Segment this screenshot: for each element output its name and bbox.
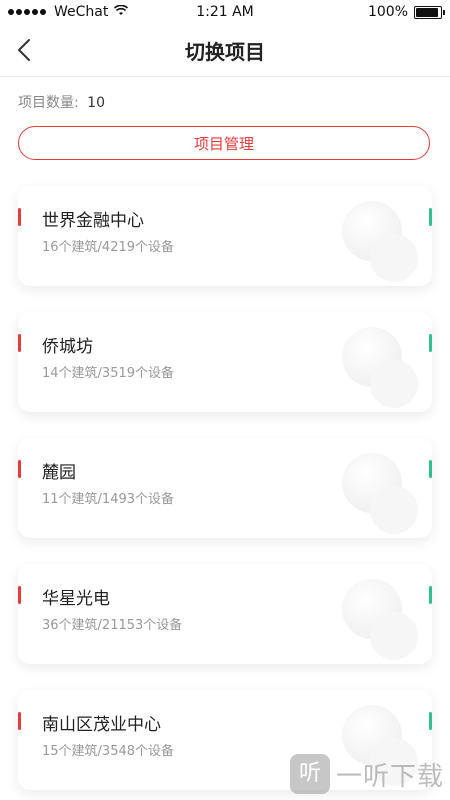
project-stats: 11个建筑/1493个设备 (42, 492, 175, 507)
battery-fill (416, 7, 438, 17)
project-stats: 36个建筑/21153个设备 (42, 618, 183, 633)
status-right: 100% (367, 4, 445, 20)
card-accent-right (429, 208, 432, 226)
project-name: 侨城坊 (42, 337, 93, 357)
card-accent-left (18, 712, 21, 730)
card-accent-left (18, 208, 21, 226)
project-card[interactable]: 华星光电 36个建筑/21153个设备 (18, 564, 432, 664)
project-card[interactable]: 世界金融中心 16个建筑/4219个设备 (18, 186, 432, 286)
project-card[interactable]: 侨城坊 14个建筑/3519个设备 (18, 312, 432, 412)
project-stats: 16个建筑/4219个设备 (42, 240, 175, 255)
project-count-label: 项目数量: (18, 95, 79, 111)
card-decoration (370, 486, 418, 534)
page-title: 切换项目 (185, 40, 265, 64)
project-count: 项目数量: 10 (18, 92, 105, 112)
card-accent-left (18, 334, 21, 352)
navigation-bar: 切换项目 (0, 24, 450, 77)
project-name: 麓园 (42, 463, 76, 483)
watermark: 听 一听下载 (289, 754, 444, 794)
card-accent-left (18, 460, 21, 478)
project-count-value: 10 (87, 95, 105, 111)
project-stats: 15个建筑/3548个设备 (42, 744, 175, 759)
card-accent-right (429, 712, 432, 730)
card-accent-right (429, 586, 432, 604)
watermark-text: 一听下载 (335, 761, 444, 792)
card-decoration (370, 234, 418, 282)
project-card[interactable]: 麓园 11个建筑/1493个设备 (18, 438, 432, 538)
card-accent-left (18, 586, 21, 604)
project-name: 南山区茂业中心 (42, 715, 161, 735)
card-decoration (370, 360, 418, 408)
project-management-button[interactable]: 项目管理 (18, 126, 430, 160)
card-accent-right (429, 460, 432, 478)
battery-percent: 100% (367, 4, 408, 20)
project-name: 华星光电 (42, 589, 110, 609)
project-stats: 14个建筑/3519个设备 (42, 366, 175, 381)
card-accent-right (429, 334, 432, 352)
status-bar: WeChat 1:21 AM 100% (0, 0, 450, 24)
project-name: 世界金融中心 (42, 211, 144, 231)
battery-icon (414, 5, 445, 19)
watermark-logo-icon: 听 (289, 754, 330, 794)
card-decoration (370, 612, 418, 660)
